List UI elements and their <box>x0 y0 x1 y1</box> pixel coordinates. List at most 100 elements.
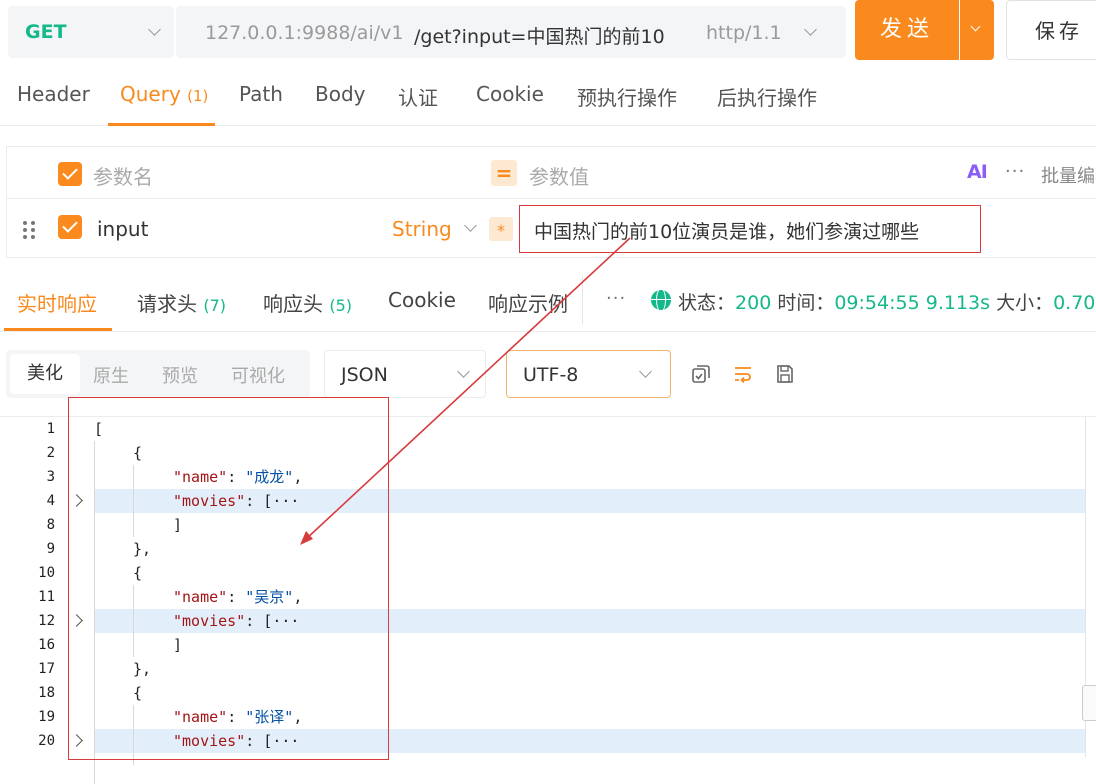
response-more-icon[interactable]: ··· <box>606 288 626 309</box>
equals-icon: = <box>491 160 517 186</box>
query-params-table: 参数名 = 参数值 AI ··· 批量编辑 input String * 中国热… <box>6 146 1096 258</box>
code-text: "name": "张译", <box>173 705 302 729</box>
code-line: 11 "name": "吴京", <box>0 585 1086 609</box>
param-enabled-checkbox[interactable] <box>58 215 82 239</box>
param-value-placeholder[interactable]: 参数值 <box>529 161 589 190</box>
response-tabs: 实时响应 请求头 (7) 响应头 (5) Cookie 响应示例 ··· 状态：… <box>0 266 1096 332</box>
format-raw[interactable]: 原生 <box>93 362 129 388</box>
save-icon[interactable] <box>775 364 795 384</box>
json-punct: , <box>293 468 303 486</box>
tab-query-count: (1) <box>187 87 209 105</box>
encoding-select[interactable]: UTF-8 <box>506 350 671 398</box>
indent-guide <box>133 465 134 537</box>
code-text: { <box>133 561 142 585</box>
tab-header[interactable]: Header <box>17 82 90 106</box>
json-punct: ] <box>173 636 183 654</box>
batch-edit-button[interactable]: 批量编辑 <box>1041 162 1096 188</box>
tab-live-response[interactable]: 实时响应 <box>17 288 97 317</box>
indent-guide <box>133 585 134 657</box>
tab-cookie[interactable]: Cookie <box>476 82 544 106</box>
line-number: 11 <box>38 589 55 605</box>
code-text: "movies": [··· <box>173 609 299 633</box>
tab-response-example[interactable]: 响应示例 <box>488 288 568 317</box>
param-value-field[interactable]: 中国热门的前10位演员是谁，她们参演过哪些 <box>519 205 981 253</box>
wrap-icon[interactable] <box>733 364 753 384</box>
method-select[interactable]: GET <box>8 6 174 58</box>
fold-chevron-icon[interactable] <box>70 494 83 507</box>
drag-handle-icon[interactable] <box>23 221 37 239</box>
line-number: 8 <box>46 517 55 533</box>
json-punct: : [··· <box>245 612 300 630</box>
active-tab-indicator <box>108 123 215 126</box>
chevron-down-icon <box>148 23 161 36</box>
vertical-scrollbar-thumb[interactable] <box>1082 685 1096 721</box>
param-name-placeholder[interactable]: 参数名 <box>93 161 153 190</box>
request-tabs: Header Query (1) Path Body 认证 Cookie 预执行… <box>0 70 1096 126</box>
format-tabs: 美化 原生 预览 可视化 <box>6 350 310 398</box>
tab-body[interactable]: Body <box>315 82 366 106</box>
request-headers-count: (7) <box>203 296 227 315</box>
code-text: "name": "成龙", <box>173 465 302 489</box>
line-number: 10 <box>38 565 55 581</box>
response-headers-count: (5) <box>329 296 353 315</box>
select-all-checkbox[interactable] <box>58 162 82 186</box>
code-text: { <box>133 681 142 705</box>
chevron-down-icon <box>639 365 652 378</box>
json-punct: { <box>133 444 143 462</box>
indent-guide <box>133 705 134 765</box>
response-body-editor[interactable]: 1[2{3 "name": "成龙", 4 "movies": [··· 8] 9}, 10… <box>0 416 1096 784</box>
code-line: 16] <box>0 633 1086 657</box>
tab-response-cookie[interactable]: Cookie <box>388 288 456 312</box>
param-name-field[interactable]: input <box>97 217 148 241</box>
json-punct: { <box>133 684 143 702</box>
content-type-select[interactable]: JSON <box>324 350 486 398</box>
url-bar: GET 127.0.0.1:9988/ai/v1 /get?input=中国热门… <box>0 0 1096 64</box>
fold-chevron-icon[interactable] <box>70 734 83 747</box>
tab-post-script[interactable]: 后执行操作 <box>717 82 817 111</box>
encoding-label: UTF-8 <box>523 364 579 386</box>
line-number: 9 <box>46 541 55 557</box>
line-number: 4 <box>46 493 55 509</box>
send-button[interactable]: 发送 <box>855 0 959 60</box>
format-visualize[interactable]: 可视化 <box>231 362 285 388</box>
protocol-select[interactable]: http/1.1 <box>706 22 782 44</box>
url-input[interactable]: 127.0.0.1:9988/ai/v1 /get?input=中国热门的前10… <box>176 6 846 58</box>
tab-query[interactable]: Query (1) <box>120 82 208 106</box>
tab-auth[interactable]: 认证 <box>398 82 438 111</box>
content-type-label: JSON <box>341 364 388 386</box>
tab-pre-script[interactable]: 预执行操作 <box>577 82 677 111</box>
line-number: 3 <box>46 469 55 485</box>
tab-path[interactable]: Path <box>239 82 283 106</box>
line-number: 12 <box>38 613 55 629</box>
status-code: 200 <box>735 292 772 314</box>
json-key: "name" <box>173 468 228 486</box>
chevron-down-icon <box>970 21 981 32</box>
format-pretty[interactable]: 美化 <box>10 354 80 394</box>
json-string: "张译" <box>245 708 294 726</box>
code-line: 2{ <box>0 441 1086 465</box>
more-icon[interactable]: ··· <box>1005 161 1025 182</box>
ai-icon[interactable]: AI <box>967 161 988 183</box>
send-options-button[interactable] <box>960 0 994 60</box>
fold-chevron-icon[interactable] <box>70 614 83 627</box>
save-button[interactable]: 保存 <box>1006 0 1096 60</box>
json-punct: }, <box>133 540 152 558</box>
code-text: ] <box>173 633 182 657</box>
json-key: "movies" <box>173 612 246 630</box>
tab-response-headers[interactable]: 响应头 (5) <box>263 288 352 317</box>
code-line: 10 { <box>0 561 1086 585</box>
response-duration: 9.113s <box>925 292 991 314</box>
url-path: /get?input=中国热门的前10 <box>414 26 665 48</box>
code-text: [ <box>94 417 103 441</box>
json-punct: }, <box>133 660 152 678</box>
format-preview[interactable]: 预览 <box>162 362 198 388</box>
param-type-select[interactable]: String <box>392 217 452 241</box>
line-number: 17 <box>38 661 55 677</box>
json-punct: : <box>227 588 246 606</box>
copy-icon[interactable] <box>691 364 711 384</box>
required-marker[interactable]: * <box>489 217 513 241</box>
code-line: 3 "name": "成龙", <box>0 465 1086 489</box>
code-line: 20 "movies": [··· <box>0 729 1086 753</box>
json-punct: : [··· <box>245 732 300 750</box>
tab-request-headers[interactable]: 请求头 (7) <box>137 288 226 317</box>
